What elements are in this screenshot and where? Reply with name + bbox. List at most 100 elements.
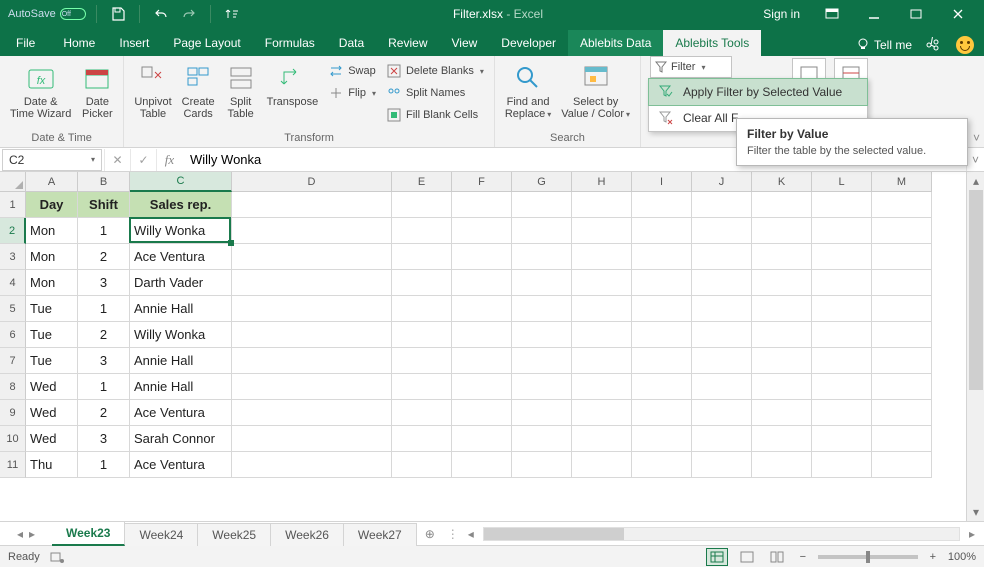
cell[interactable] (452, 426, 512, 452)
page-break-view-icon[interactable] (766, 548, 788, 566)
cell[interactable] (572, 400, 632, 426)
sheet-tab[interactable]: Week25 (198, 523, 271, 546)
cell[interactable] (392, 374, 452, 400)
cell[interactable] (232, 400, 392, 426)
tab-developer[interactable]: Developer (489, 30, 568, 56)
cell[interactable] (452, 348, 512, 374)
cell[interactable] (872, 270, 932, 296)
zoom-in-icon[interactable]: + (926, 550, 940, 564)
cell[interactable] (632, 270, 692, 296)
cell[interactable] (232, 322, 392, 348)
cell[interactable] (812, 452, 872, 478)
cell[interactable] (512, 322, 572, 348)
cell[interactable] (872, 452, 932, 478)
row-header[interactable]: 6 (0, 322, 26, 348)
normal-view-icon[interactable] (706, 548, 728, 566)
expand-formula-bar-icon[interactable]: ˅ (966, 149, 984, 171)
cell[interactable] (692, 348, 752, 374)
tab-home[interactable]: Home (51, 30, 107, 56)
sheet-tab[interactable]: Week23 (52, 521, 125, 546)
row-header[interactable]: 7 (0, 348, 26, 374)
cell[interactable] (872, 322, 932, 348)
cell[interactable] (872, 374, 932, 400)
cell[interactable] (512, 452, 572, 478)
cell[interactable] (572, 348, 632, 374)
sheet-next-icon[interactable]: ▸ (29, 527, 35, 541)
cell[interactable]: Thu (26, 452, 78, 478)
scroll-thumb[interactable] (484, 528, 624, 540)
cell[interactable] (872, 296, 932, 322)
cell[interactable]: 1 (78, 296, 130, 322)
cell[interactable] (392, 348, 452, 374)
row-header[interactable]: 9 (0, 400, 26, 426)
accept-formula-icon[interactable]: ✓ (130, 149, 156, 171)
cell[interactable] (752, 322, 812, 348)
cell[interactable] (872, 192, 932, 218)
column-header[interactable]: M (872, 172, 932, 192)
row-header[interactable]: 5 (0, 296, 26, 322)
scroll-right-icon[interactable]: ▸ (964, 526, 980, 542)
cell[interactable] (812, 348, 872, 374)
cell[interactable] (232, 192, 392, 218)
cell[interactable]: Wed (26, 400, 78, 426)
cell[interactable] (752, 400, 812, 426)
cell[interactable]: 2 (78, 244, 130, 270)
horizontal-scrollbar[interactable] (483, 527, 960, 541)
cell[interactable] (232, 218, 392, 244)
cell[interactable] (632, 374, 692, 400)
cell[interactable]: Day (26, 192, 78, 218)
cell[interactable] (752, 192, 812, 218)
cell[interactable] (632, 400, 692, 426)
ribbon-display-icon[interactable] (812, 0, 852, 28)
cell[interactable] (752, 348, 812, 374)
swap-button[interactable]: Swap (324, 60, 380, 82)
cell[interactable]: Wed (26, 374, 78, 400)
column-header[interactable]: K (752, 172, 812, 192)
cell[interactable]: 3 (78, 426, 130, 452)
autosave-toggle[interactable]: AutoSave Off (8, 8, 86, 20)
cell[interactable] (512, 374, 572, 400)
hsplit-icon[interactable]: ⋮ (447, 527, 459, 541)
page-layout-view-icon[interactable] (736, 548, 758, 566)
cell[interactable] (512, 426, 572, 452)
delete-blanks-button[interactable]: Delete Blanks▾ (382, 60, 488, 82)
sheet-tab[interactable]: Week26 (271, 523, 344, 546)
split-names-button[interactable]: Split Names (382, 82, 488, 104)
cell[interactable] (692, 296, 752, 322)
cell[interactable] (572, 244, 632, 270)
scroll-left-icon[interactable]: ◂ (463, 526, 479, 542)
cell[interactable] (812, 374, 872, 400)
cell[interactable]: Annie Hall (130, 374, 232, 400)
cell[interactable] (232, 348, 392, 374)
cell[interactable] (632, 192, 692, 218)
cell[interactable] (392, 322, 452, 348)
row-header[interactable]: 1 (0, 192, 26, 218)
cell[interactable] (692, 400, 752, 426)
cell[interactable] (812, 270, 872, 296)
cell[interactable] (392, 218, 452, 244)
redo-icon[interactable] (178, 3, 200, 25)
cell[interactable] (692, 374, 752, 400)
cell[interactable]: Ace Ventura (130, 452, 232, 478)
cell[interactable]: 3 (78, 270, 130, 296)
cell[interactable] (452, 270, 512, 296)
sign-in-link[interactable]: Sign in (753, 7, 810, 21)
macro-record-icon[interactable] (50, 550, 64, 564)
undo-icon[interactable] (150, 3, 172, 25)
row-header[interactable]: 10 (0, 426, 26, 452)
cell[interactable] (572, 322, 632, 348)
column-header[interactable]: G (512, 172, 572, 192)
menu-apply-filter[interactable]: Apply Filter by Selected Value (648, 78, 868, 106)
minimize-icon[interactable] (854, 0, 894, 28)
cell[interactable] (392, 452, 452, 478)
cell[interactable] (632, 244, 692, 270)
cell[interactable]: Tue (26, 348, 78, 374)
tell-me[interactable]: Tell me (856, 38, 912, 52)
cell[interactable]: Mon (26, 218, 78, 244)
cell[interactable] (692, 426, 752, 452)
cell[interactable] (872, 244, 932, 270)
cell[interactable] (692, 452, 752, 478)
cell[interactable] (232, 270, 392, 296)
sort-icon[interactable] (221, 3, 243, 25)
select-by-button[interactable]: Select byValue / Color▾ (557, 60, 634, 123)
